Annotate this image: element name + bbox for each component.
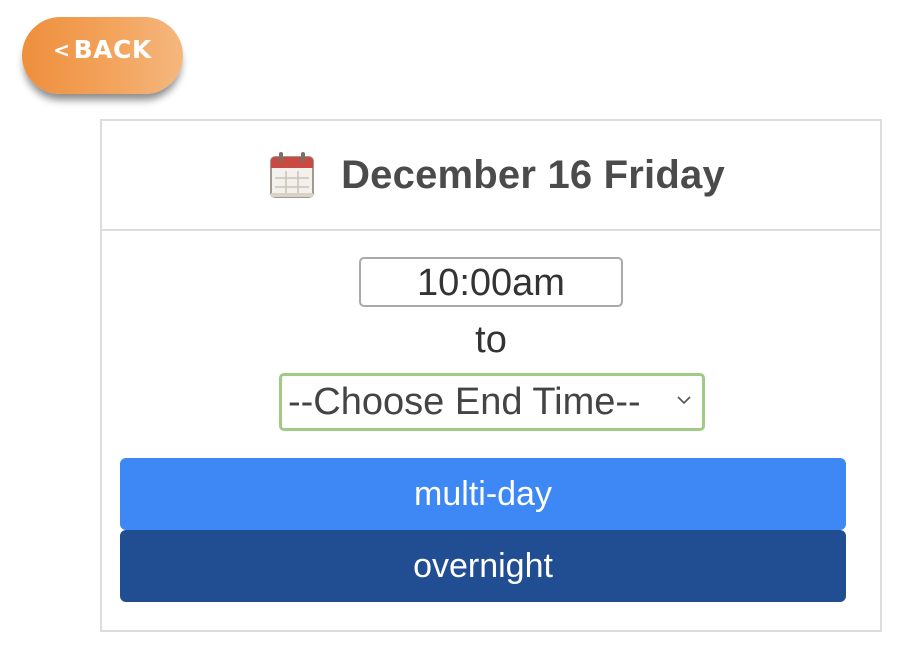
to-label: to xyxy=(475,319,507,361)
back-button[interactable]: < BACK xyxy=(22,17,183,94)
start-time-field[interactable]: 10:00am xyxy=(359,257,623,307)
date-title: December 16 Friday xyxy=(341,152,725,197)
page: < BACK December 16 Friday 10:00am to --C… xyxy=(0,0,920,662)
end-time-select-value: --Choose End Time-- xyxy=(288,380,641,423)
chevron-down-icon xyxy=(677,396,691,405)
card-header: December 16 Friday xyxy=(102,121,880,231)
back-button-label: BACK xyxy=(73,35,152,64)
schedule-card: December 16 Friday 10:00am to --Choose E… xyxy=(100,119,882,632)
chevron-left-icon: < xyxy=(53,38,71,62)
multi-day-button[interactable]: multi-day xyxy=(120,458,846,530)
overnight-button[interactable]: overnight xyxy=(120,530,846,602)
end-time-select[interactable]: --Choose End Time-- xyxy=(279,373,705,431)
calendar-icon xyxy=(270,152,315,198)
